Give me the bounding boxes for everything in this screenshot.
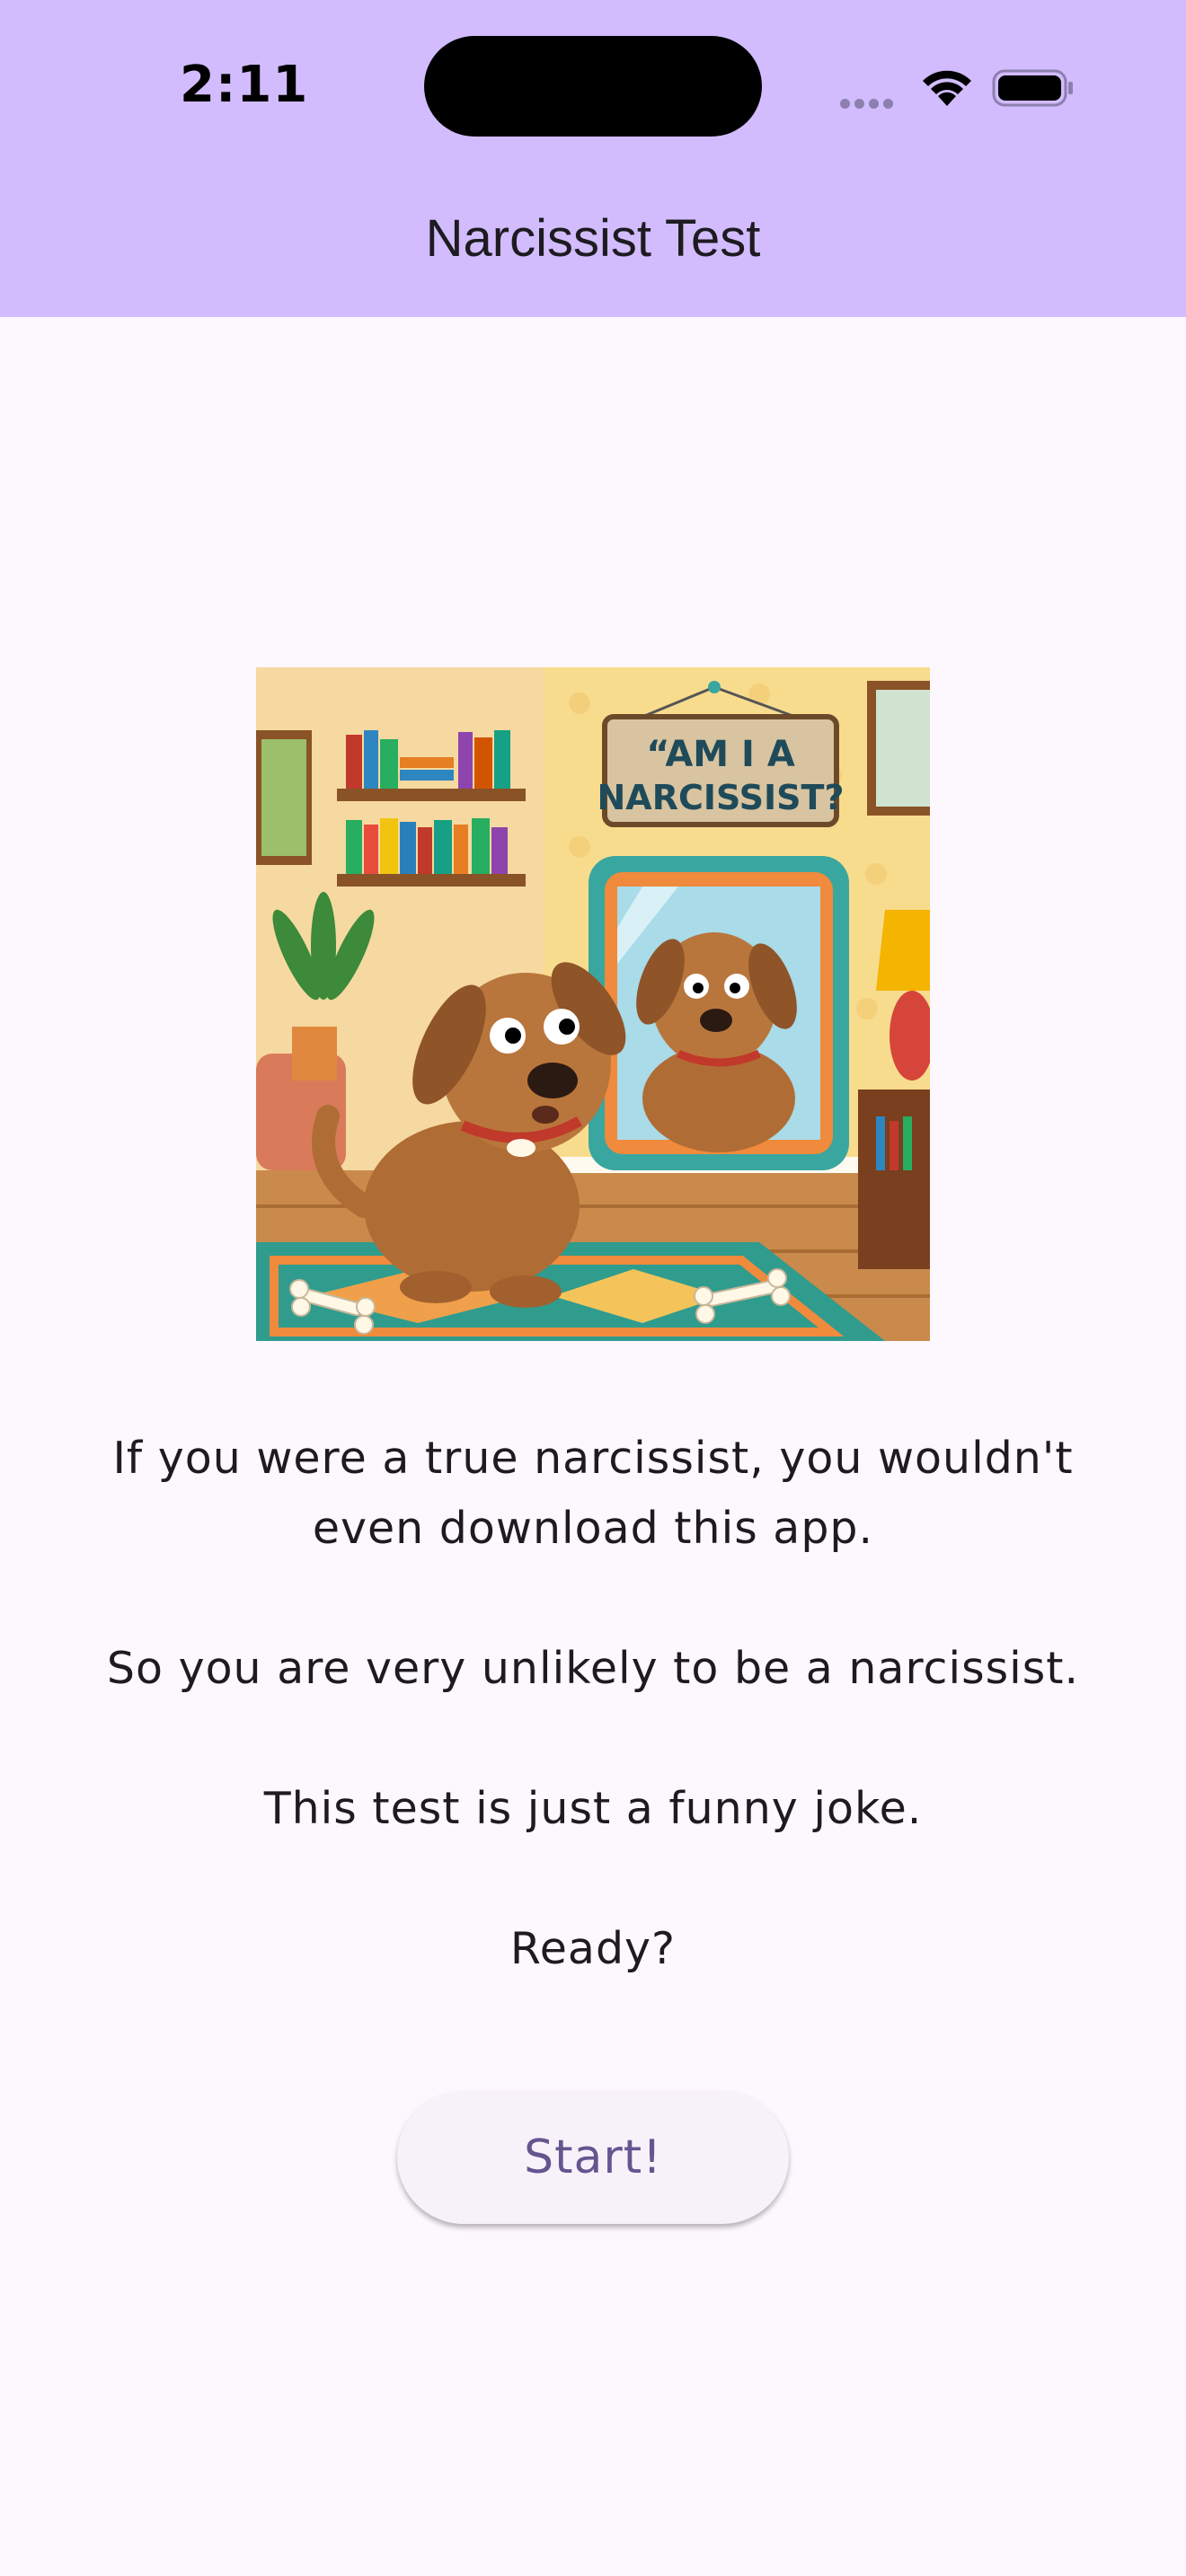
sign-text-line1: “AM I A bbox=[646, 734, 795, 775]
intro-text: If you were a true narcissist, you would… bbox=[54, 1424, 1132, 1984]
intro-line-3: This test is just a funny joke. bbox=[263, 1783, 923, 1834]
start-button[interactable]: Start! bbox=[397, 2091, 789, 2224]
battery-icon bbox=[992, 68, 1075, 111]
status-time: 2:11 bbox=[180, 56, 309, 114]
wifi-icon bbox=[920, 68, 974, 111]
dog-mirror-illustration: “AM I A NARCISSIST? bbox=[256, 667, 930, 1341]
app-bar: 2:11 Narcissist Test bbox=[0, 0, 1186, 317]
intro-line-1: If you were a true narcissist, you would… bbox=[112, 1433, 1074, 1554]
intro-line-2: So you are very unlikely to be a narciss… bbox=[106, 1643, 1080, 1694]
dynamic-island bbox=[424, 36, 762, 137]
intro-line-4: Ready? bbox=[509, 1923, 677, 1974]
sign-text-line2: NARCISSIST? bbox=[597, 778, 845, 817]
signal-dots-icon bbox=[840, 95, 898, 112]
page-title: Narcissist Test bbox=[425, 209, 761, 268]
